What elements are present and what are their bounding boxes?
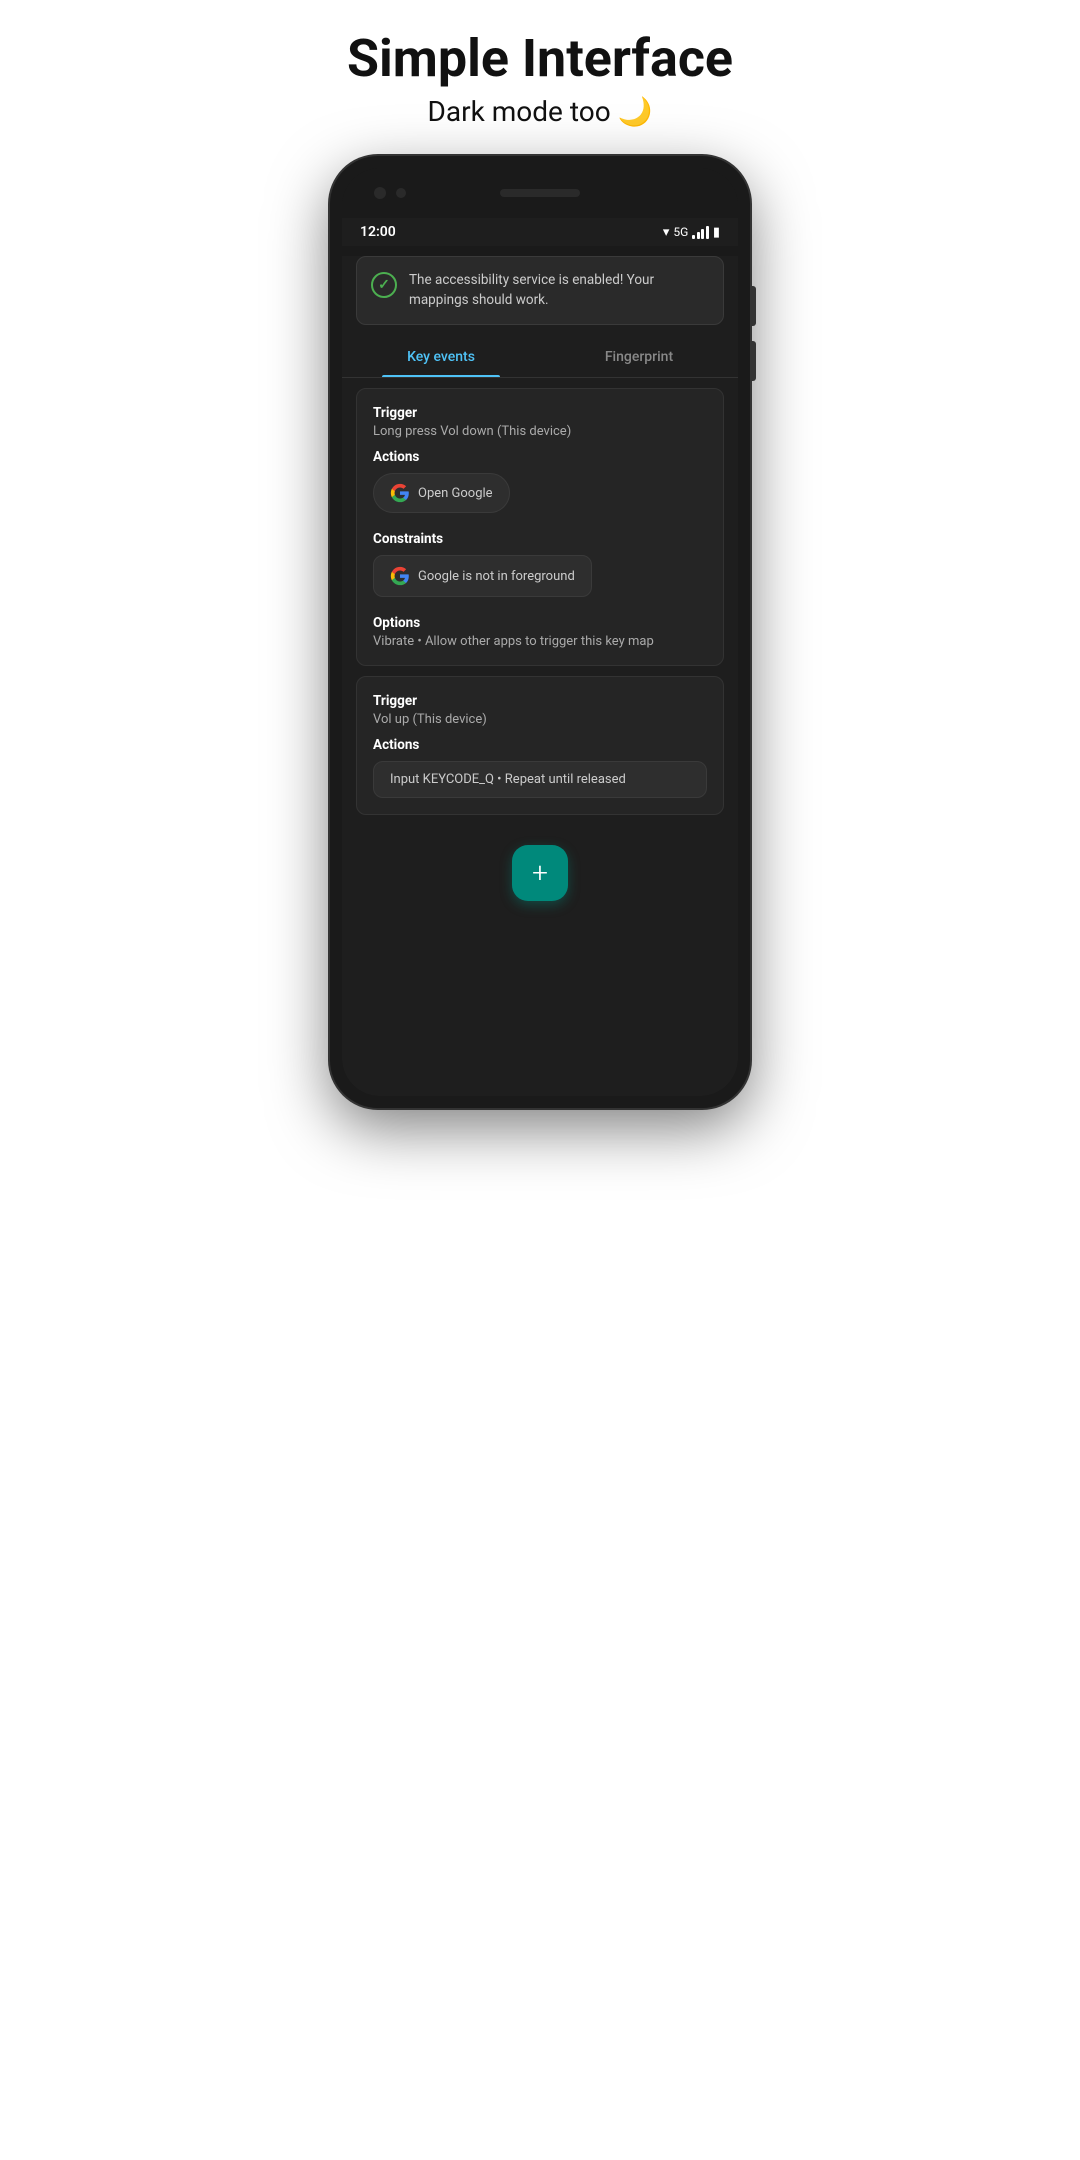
- options-value-1: Vibrate • Allow other apps to trigger th…: [373, 634, 707, 649]
- tab-key-events[interactable]: Key events: [342, 335, 540, 377]
- trigger-value-1: Long press Vol down (This device): [373, 424, 707, 439]
- network-label: 5G: [673, 225, 688, 239]
- app-content: The accessibility service is enabled! Yo…: [342, 256, 738, 1096]
- trigger-value-2: Vol up (This device): [373, 712, 707, 727]
- phone-frame: 12:00 ▾ 5G ▮: [330, 156, 750, 1108]
- constraint-chip-1[interactable]: Google is not in foreground: [373, 555, 592, 597]
- fab-button[interactable]: +: [512, 845, 568, 901]
- check-icon: [371, 272, 397, 298]
- constraint-chip-text-1: Google is not in foreground: [418, 569, 575, 584]
- options-label-1: Options: [373, 615, 707, 631]
- constraints-label-1: Constraints: [373, 531, 707, 547]
- page-title: Simple Interface: [347, 30, 733, 87]
- banner-text: The accessibility service is enabled! Yo…: [409, 271, 709, 310]
- google-icon-1: [390, 483, 410, 503]
- trigger-label-2: Trigger: [373, 693, 707, 709]
- signal-icon: [692, 225, 709, 239]
- camera-dot-2: [396, 188, 406, 198]
- battery-icon: ▮: [713, 225, 720, 240]
- camera-dot-1: [374, 187, 386, 199]
- status-bar: 12:00 ▾ 5G ▮: [342, 218, 738, 246]
- keymap-card-1: Trigger Long press Vol down (This device…: [356, 388, 724, 666]
- actions-label-2: Actions: [373, 737, 707, 753]
- tabs-bar: Key events Fingerprint: [342, 335, 738, 378]
- phone-top-bar: [342, 168, 738, 218]
- page-wrapper: Simple Interface Dark mode too 🌙 12:00 ▾: [270, 0, 810, 1108]
- action-chip-1[interactable]: Open Google: [373, 473, 510, 513]
- actions-label-1: Actions: [373, 449, 707, 465]
- trigger-label-1: Trigger: [373, 405, 707, 421]
- action-chip-text-1: Open Google: [418, 486, 493, 501]
- keymap-card-2: Trigger Vol up (This device) Actions Inp…: [356, 676, 724, 815]
- fab-container: +: [342, 825, 738, 925]
- phone-inner: 12:00 ▾ 5G ▮: [342, 168, 738, 1096]
- accessibility-banner: The accessibility service is enabled! Yo…: [356, 256, 724, 325]
- keycode-chip-text-1: Input KEYCODE_Q • Repeat until released: [390, 772, 626, 787]
- google-icon-constraint: [390, 566, 410, 586]
- keycode-chip-1[interactable]: Input KEYCODE_Q • Repeat until released: [373, 761, 707, 798]
- tab-fingerprint[interactable]: Fingerprint: [540, 335, 738, 377]
- fab-plus-icon: +: [532, 859, 548, 887]
- speaker-notch: [500, 189, 580, 197]
- wifi-icon: ▾: [663, 225, 670, 240]
- page-subtitle: Dark mode too 🌙: [428, 95, 653, 128]
- camera-dots: [374, 187, 406, 199]
- status-icons: ▾ 5G ▮: [663, 225, 720, 240]
- status-time: 12:00: [360, 224, 396, 240]
